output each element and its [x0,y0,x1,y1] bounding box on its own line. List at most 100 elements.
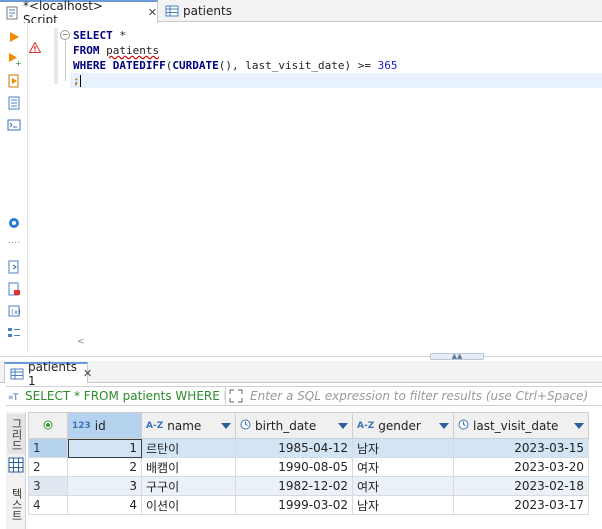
sort-filter-arrow-icon[interactable] [439,422,449,429]
row-number[interactable]: 1 [28,438,68,458]
grid-icon[interactable] [8,457,24,473]
header-row: 123 id A-Z name birth_date A-Z gender last_… [28,412,589,439]
editor-gutter [28,23,70,353]
cell-name[interactable]: 르탄이 [141,438,236,458]
tab-results-patients[interactable]: patients 1 ✕ [4,360,92,388]
code-line-2: FROM patients [70,43,602,58]
cell-birth-date[interactable]: 1999-03-02 [235,495,353,515]
cell-name[interactable]: 구구이 [141,476,236,496]
cell-name[interactable]: 이션이 [141,495,236,515]
cell-last-visit-date[interactable]: 2023-03-15 [453,438,589,458]
cell-id[interactable]: 4 [67,495,142,515]
results-table: 123 id A-Z name birth_date A-Z gender last_… [28,412,589,515]
svg-text:(x): (x) [11,309,22,316]
sql-editor[interactable]: SELECT * FROM patients WHERE DATEDIFF(CU… [70,28,602,348]
cell-gender[interactable]: 여자 [352,457,454,477]
cell-birth-date[interactable]: 1982-12-02 [235,476,353,496]
filter-input[interactable] [246,387,602,405]
sql-query-icon: «T [8,390,22,402]
cell-id[interactable]: 3 [67,476,142,496]
number-literal: 365 [377,59,398,72]
tab-script[interactable]: *<localhost> Script ✕ [0,0,158,27]
statement-marker [54,28,58,84]
row-number[interactable]: 2 [28,457,68,477]
column-header-last-visit-date[interactable]: last_visit_date [453,412,589,439]
load-script-icon[interactable] [6,281,22,297]
table-row[interactable]: 4 4 이션이 1999-03-02 남자 2023-03-17 [28,495,589,515]
column-header-id[interactable]: 123 id [67,412,142,439]
column-header-name[interactable]: A-Z name [141,412,236,439]
export-icon[interactable] [6,259,22,275]
row-number[interactable]: 3 [28,476,68,496]
date-type-clock-icon [240,419,251,433]
fold-collapse-icon[interactable]: − [60,30,70,40]
sort-filter-arrow-icon[interactable] [574,422,584,429]
cell-gender[interactable]: 남자 [352,438,454,458]
svg-text:«T: «T [8,393,19,402]
tab-patients-label: patients [183,4,232,18]
execute-in-new-tab-icon[interactable]: + [6,51,22,67]
more-dots-icon: ···· [7,237,21,249]
cell-birth-date[interactable]: 1985-04-12 [235,438,353,458]
results-tab-label: patients 1 [28,359,77,388]
cell-last-visit-date[interactable]: 2023-03-20 [453,457,589,477]
outline-icon[interactable] [6,325,22,341]
editor-tab-bar: *<localhost> Script ✕ patients [0,0,602,27]
text-caret [79,75,81,87]
scroll-left-icon[interactable]: < [77,337,85,347]
numeric-type-icon: 123 [72,420,91,431]
row-number[interactable]: 4 [28,495,68,515]
table-row[interactable]: 2 2 배캠이 1990-08-05 여자 2023-03-20 [28,457,589,477]
editor-toolbar: + ···· (x) [0,23,28,353]
warning-icon [28,41,42,56]
fold-line [65,41,66,81]
cell-gender[interactable]: 남자 [352,495,454,515]
code-line-4: ; [70,73,602,88]
table-name-token: patients [106,44,160,57]
select-all-header[interactable] [28,412,68,439]
function-curdate: CURDATE [172,59,219,72]
svg-text:+: + [15,59,21,66]
query-text[interactable]: «T SELECT * FROM patients WHERE DATEDIFF [6,386,226,406]
execute-statement-icon[interactable] [6,29,22,45]
function-datediff: DATEDIFF [112,59,166,72]
sort-filter-arrow-icon[interactable] [221,422,231,429]
cell-name[interactable]: 배캠이 [141,457,236,477]
cell-id[interactable]: 2 [67,457,142,477]
date-type-clock-icon [458,419,469,433]
execute-script-icon[interactable] [6,73,22,89]
cell-last-visit-date[interactable]: 2023-03-17 [453,495,589,515]
cell-gender[interactable]: 여자 [352,476,454,496]
text-type-icon: A-Z [357,420,375,431]
table-row[interactable]: 1 1 르탄이 1985-04-12 남자 2023-03-15 [28,438,589,458]
close-icon[interactable]: ✕ [148,6,157,19]
expand-icon[interactable] [226,389,246,403]
settings-gear-icon[interactable] [6,215,22,231]
results-tab-bar: patients 1 ✕ [0,360,602,388]
text-type-icon: A-Z [146,420,164,431]
code-semicolon: ; [73,74,80,87]
table-icon [165,5,179,17]
tab-grid-view[interactable]: 그리드 [7,414,25,454]
keyword-where: WHERE [73,59,107,72]
close-icon[interactable]: ✕ [83,367,92,380]
panel-splitter-handle[interactable]: ▲▲ [430,353,484,360]
code-line-1: SELECT * [70,28,602,43]
keyword-select: SELECT [73,29,113,42]
tab-text-view[interactable]: 텍스트 [7,482,25,527]
table-row[interactable]: 3 3 구구이 1982-12-02 여자 2023-02-18 [28,476,589,496]
table-icon [10,368,24,380]
cell-id[interactable]: 1 [67,438,142,458]
sql-script-icon [5,6,19,20]
column-header-birth-date[interactable]: birth_date [235,412,353,439]
code-star: * [112,29,126,42]
sort-filter-arrow-icon[interactable] [338,422,348,429]
results-grid: 123 id A-Z name birth_date A-Z gender last_… [28,412,602,515]
explain-plan-icon[interactable] [6,95,22,111]
tab-patients[interactable]: patients [160,0,250,22]
terminal-icon[interactable] [6,117,22,133]
column-header-gender[interactable]: A-Z gender [352,412,454,439]
variables-icon[interactable]: (x) [6,303,22,319]
cell-birth-date[interactable]: 1990-08-05 [235,457,353,477]
cell-last-visit-date[interactable]: 2023-02-18 [453,476,589,496]
